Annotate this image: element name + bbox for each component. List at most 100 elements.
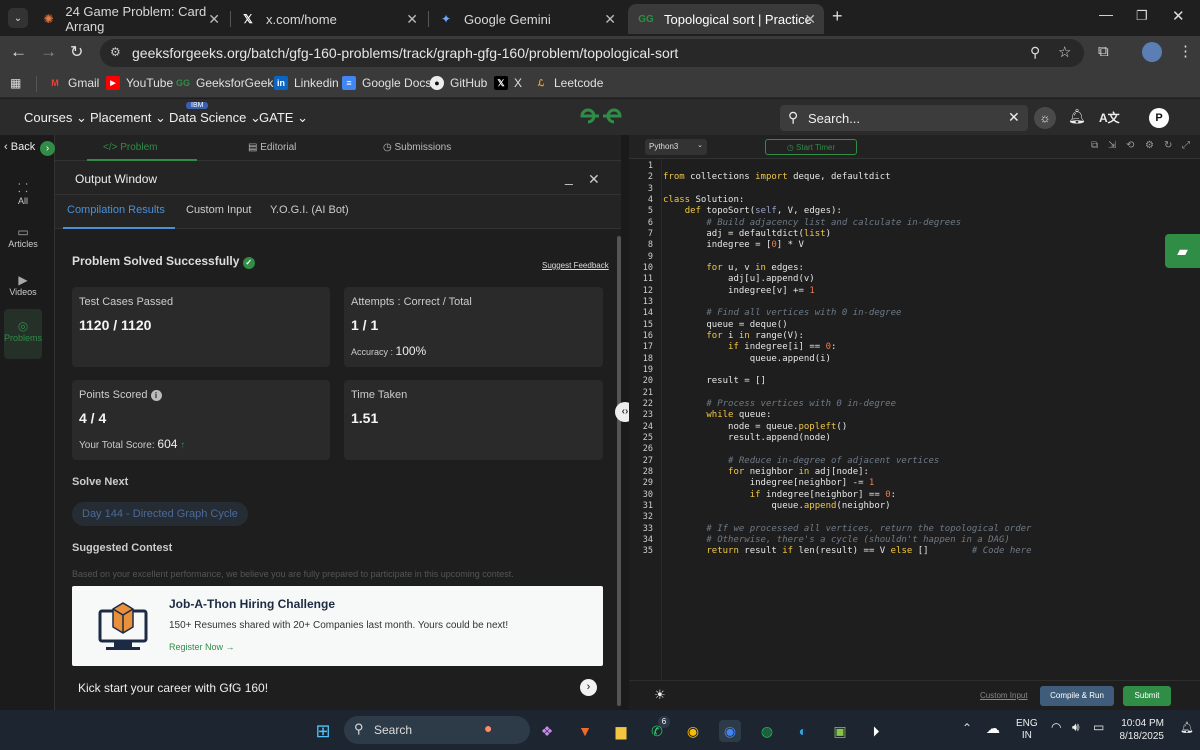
copy-icon[interactable]: ⧉ bbox=[1091, 140, 1098, 151]
bookmark-google-docs[interactable]: ≡ Google Docs bbox=[342, 76, 431, 90]
sync-icon[interactable]: ⟲ bbox=[1126, 140, 1134, 151]
spotify-icon[interactable]: ◍ bbox=[756, 720, 778, 742]
chat-bubble-icon[interactable]: ▰ bbox=[1165, 234, 1200, 268]
fullscreen-icon[interactable]: ⤢ bbox=[1182, 140, 1190, 151]
bookmark-github[interactable]: ● GitHub bbox=[430, 76, 487, 90]
site-settings-icon[interactable]: ⚙ bbox=[110, 45, 121, 59]
user-avatar[interactable]: P bbox=[1149, 108, 1169, 128]
minimize-icon[interactable]: — bbox=[1099, 6, 1113, 22]
reset-icon[interactable]: ↻ bbox=[1164, 140, 1172, 151]
info-icon[interactable]: i bbox=[150, 390, 162, 401]
tab-custom-input[interactable]: Custom Input bbox=[186, 204, 251, 216]
url-input[interactable]: ⚙ geeksforgeeks.org/batch/gfg-160-proble… bbox=[100, 39, 1084, 67]
close-icon[interactable]: ✕ bbox=[588, 171, 600, 188]
code-line: queue.append(neighbor) bbox=[663, 500, 891, 511]
chevron-right-icon[interactable]: › bbox=[580, 679, 597, 696]
bookmark-leetcode[interactable]: ℒ Leetcode bbox=[534, 76, 604, 90]
code-line: result.append(node) bbox=[663, 432, 831, 443]
extensions-icon[interactable]: ⧉ bbox=[1098, 43, 1109, 60]
code-editor[interactable]: 1 2 3 4 5 6 7 8 9 10 11 12 13 14 15 16 17 18 19 20 21 22 23 24 2… bbox=[629, 159, 1200, 680]
export-icon[interactable]: ⇲ bbox=[1108, 140, 1116, 151]
bookmark-linkedin[interactable]: in Linkedin bbox=[274, 76, 339, 90]
chrome-active-icon[interactable]: ◉ bbox=[719, 720, 741, 742]
back-arrow-icon[interactable]: ← bbox=[10, 42, 27, 62]
tab-editorial[interactable]: ▤ Editorial bbox=[248, 142, 296, 153]
file-explorer-icon[interactable]: ▆ bbox=[610, 720, 632, 742]
close-tab-icon[interactable]: ✕ bbox=[406, 11, 418, 28]
browser-tab[interactable]: ✺ 24 Game Problem: Card Arrang ✕ bbox=[32, 4, 228, 34]
chrome-icon[interactable]: ◉ bbox=[682, 720, 704, 742]
start-timer-button[interactable]: ◷ Start Timer bbox=[765, 139, 857, 155]
lightbulb-icon[interactable]: ☀ bbox=[654, 687, 666, 703]
register-now-link[interactable]: Register Now → bbox=[169, 642, 235, 652]
tab-compilation-results[interactable]: Compilation Results bbox=[67, 204, 165, 216]
nav-courses[interactable]: Courses ⌄ bbox=[24, 110, 87, 126]
sidebar-item-articles[interactable]: ▭ Articles bbox=[4, 225, 42, 249]
bookmark-gmail[interactable]: M Gmail bbox=[48, 76, 99, 90]
profile-avatar[interactable] bbox=[1142, 42, 1162, 62]
tab-yogi-ai-bot[interactable]: Y.O.G.I. (AI Bot) bbox=[270, 204, 349, 216]
notepad-icon[interactable]: ▣ bbox=[829, 720, 851, 742]
clear-search-icon[interactable]: ✕ bbox=[1008, 109, 1020, 126]
bookmark-star-icon[interactable]: ☆ bbox=[1058, 43, 1071, 61]
bookmark-x[interactable]: 𝕏X bbox=[494, 76, 522, 90]
battery-icon[interactable]: ▭ bbox=[1093, 720, 1104, 734]
reload-icon[interactable]: ↻ bbox=[70, 42, 83, 62]
apps-grid-icon[interactable]: ▦ bbox=[10, 76, 21, 90]
search-input[interactable]: ⚲ Search... ✕ bbox=[780, 105, 1028, 131]
edge-icon[interactable]: ◐ bbox=[792, 720, 814, 742]
forward-arrow-icon[interactable]: → bbox=[40, 42, 57, 62]
sidebar-item-videos[interactable]: ▶︎ Videos bbox=[4, 273, 42, 297]
job-a-thon-banner[interactable]: Job-A-Thon Hiring Challenge 150+ Resumes… bbox=[72, 586, 603, 666]
brave-icon[interactable]: ▼ bbox=[574, 720, 596, 742]
clock[interactable]: 10:04 PM 8/18/2025 bbox=[1114, 717, 1165, 743]
wifi-icon[interactable]: ◠ bbox=[1051, 720, 1061, 734]
panel-divider[interactable]: ‹› bbox=[615, 135, 635, 710]
media-player-icon[interactable]: ⏵ bbox=[865, 720, 887, 742]
nav-placement[interactable]: Placement ⌄ bbox=[90, 110, 166, 126]
theme-toggle-icon[interactable]: ☼ bbox=[1034, 107, 1056, 129]
leetcode-icon: ℒ bbox=[537, 77, 545, 88]
browser-tab[interactable]: 𝕏 x.com/home ✕ bbox=[230, 4, 426, 34]
gfg-logo[interactable] bbox=[578, 106, 624, 132]
restore-icon[interactable]: ❐ bbox=[1136, 8, 1148, 24]
taskbar-search[interactable]: ⚲ Search ● bbox=[344, 716, 530, 744]
suggest-feedback-link[interactable]: Suggest Feedback bbox=[542, 261, 609, 270]
settings-icon[interactable]: ⚙ bbox=[1145, 140, 1154, 151]
sidebar-item-all[interactable]: ⸬ All bbox=[4, 179, 42, 206]
language-indicator[interactable]: ENG IN bbox=[1016, 718, 1038, 742]
bell-icon[interactable]: 🔔︎ bbox=[1068, 108, 1086, 125]
compile-run-button[interactable]: Compile & Run bbox=[1040, 686, 1114, 706]
chevron-up-icon[interactable]: ⌃ bbox=[962, 721, 972, 735]
custom-input-link[interactable]: Custom Input bbox=[980, 691, 1028, 700]
language-select[interactable]: Python3 ⌄ bbox=[645, 139, 707, 155]
browser-tab[interactable]: ✦ Google Gemini ✕ bbox=[428, 4, 624, 34]
sidebar-item-problems[interactable]: ◎ Problems bbox=[4, 309, 42, 359]
onedrive-icon[interactable]: ☁ bbox=[986, 720, 1000, 737]
notification-bell-icon[interactable]: 🔔︎ bbox=[1180, 721, 1194, 734]
browser-tab-active[interactable]: GG Topological sort | Practice | Gee ✕ bbox=[628, 4, 824, 34]
bookmark-youtube[interactable]: ▶ YouTube bbox=[106, 76, 173, 90]
submit-button[interactable]: Submit bbox=[1123, 686, 1171, 706]
translate-icon[interactable]: A文 bbox=[1099, 109, 1120, 126]
nav-data-science[interactable]: Data Science ⌄ bbox=[169, 110, 261, 126]
expand-panel-icon[interactable]: › bbox=[40, 141, 55, 156]
browser-menu-icon[interactable]: ⋮ bbox=[1178, 42, 1193, 60]
close-tab-icon[interactable]: ✕ bbox=[604, 11, 616, 28]
solve-next-chip[interactable]: Day 144 - Directed Graph Cycle bbox=[72, 502, 248, 526]
nav-gate[interactable]: GATE ⌄ bbox=[259, 110, 308, 126]
tab-submissions[interactable]: ◷ Submissions bbox=[383, 142, 451, 153]
tab-search-icon[interactable]: ⌄ bbox=[8, 8, 28, 28]
tab-problem[interactable]: </> Problem bbox=[103, 142, 158, 153]
close-tab-icon[interactable]: ✕ bbox=[208, 11, 220, 28]
volume-icon[interactable]: 🔊︎ bbox=[1072, 720, 1080, 735]
close-window-icon[interactable]: ✕ bbox=[1172, 7, 1185, 25]
zoom-icon[interactable]: ⚲ bbox=[1030, 44, 1040, 61]
windows-start-icon[interactable]: ⊞ bbox=[312, 720, 334, 742]
close-tab-icon[interactable]: ✕ bbox=[804, 11, 816, 28]
back-button[interactable]: ‹ Back bbox=[4, 141, 35, 153]
copilot-icon[interactable]: ❖ bbox=[536, 720, 558, 742]
minimize-icon[interactable]: _ bbox=[565, 169, 573, 185]
new-tab-button[interactable]: + bbox=[832, 6, 843, 27]
bookmark-geeksforgeeks[interactable]: GG GeeksforGeeks bbox=[176, 76, 279, 90]
